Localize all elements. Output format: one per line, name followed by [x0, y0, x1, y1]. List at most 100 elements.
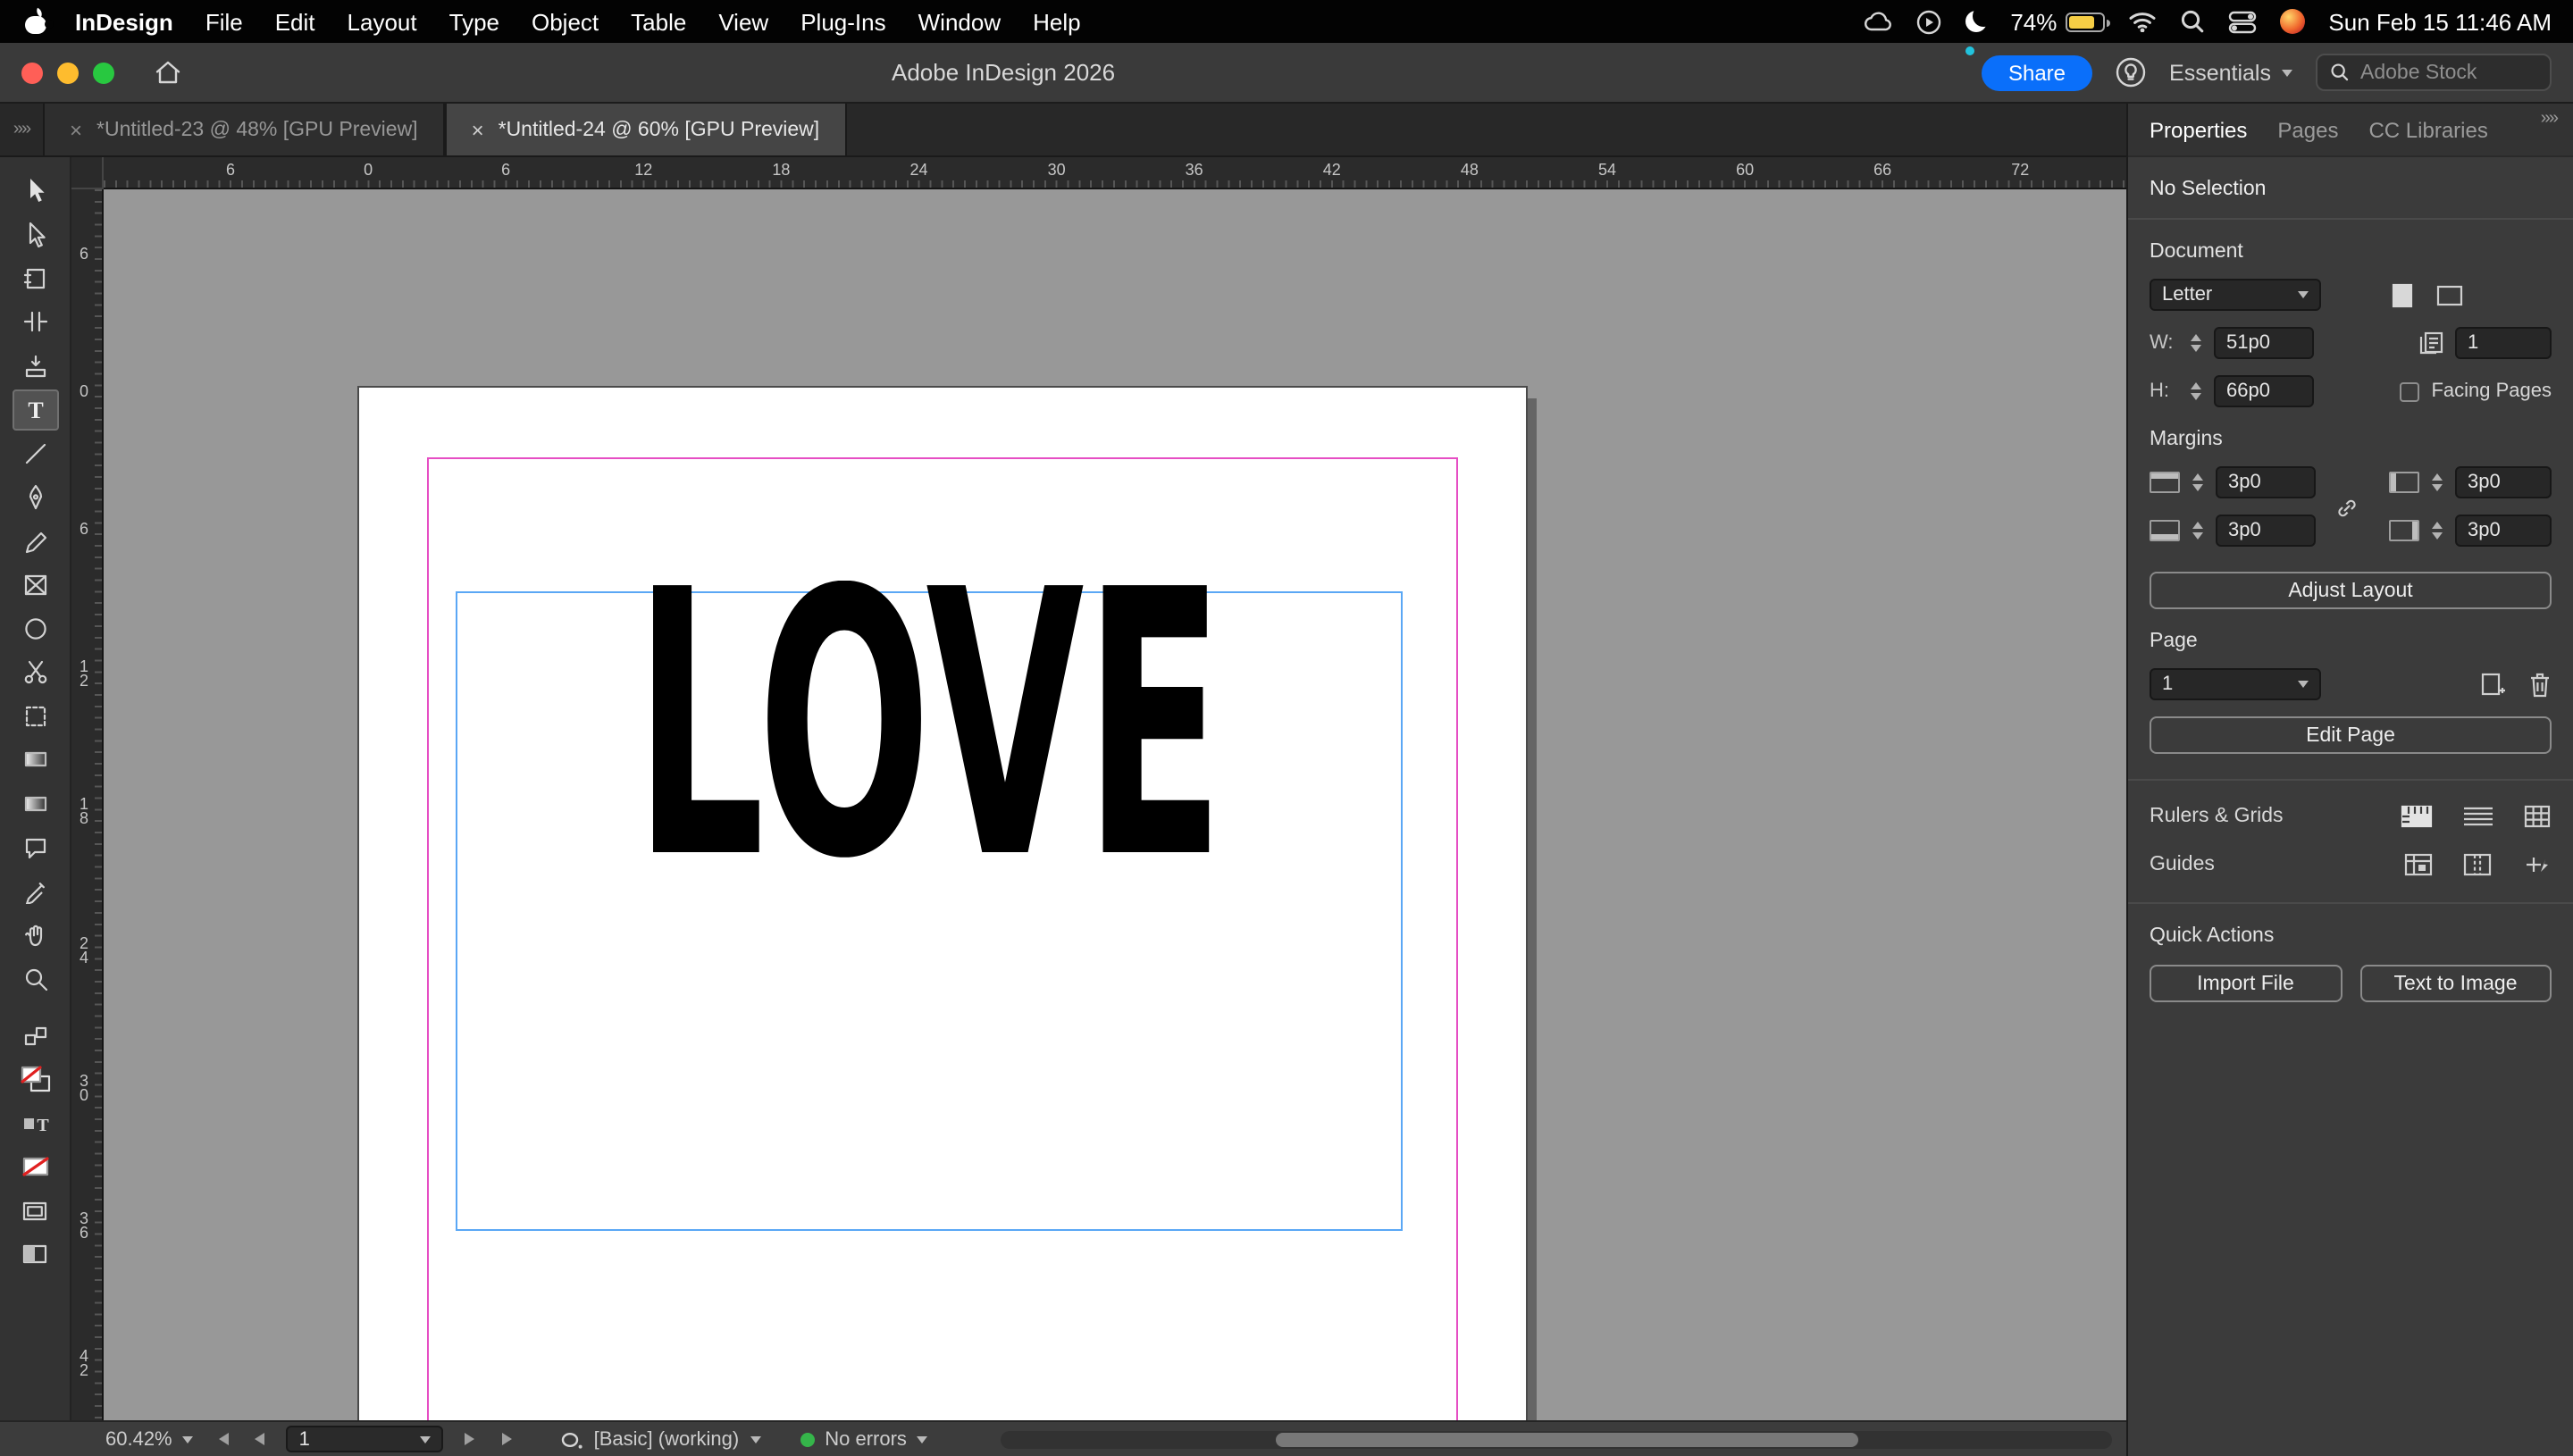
- gradient-feather-tool[interactable]: [12, 782, 58, 824]
- zoom-level-control[interactable]: 60.42%: [105, 1428, 194, 1450]
- menu-item[interactable]: Layout: [331, 8, 433, 35]
- delete-page-trash-icon[interactable]: [2528, 671, 2552, 698]
- smart-guides-icon[interactable]: [2521, 852, 2552, 877]
- menu-item[interactable]: Type: [433, 8, 515, 35]
- creative-cloud-icon[interactable]: [1864, 10, 1892, 33]
- baseline-grid-icon[interactable]: [2462, 804, 2494, 829]
- document-tab-untitled-23[interactable]: × *Untitled-23 @ 48% [GPU Preview]: [43, 104, 445, 155]
- show-rulers-icon[interactable]: [2400, 804, 2434, 829]
- apply-none-swatch[interactable]: [12, 1146, 58, 1187]
- horizontal-ruler[interactable]: 6061218243036424854606672: [104, 157, 2126, 189]
- previous-page-button[interactable]: [247, 1427, 272, 1452]
- ellipse-tool[interactable]: [12, 607, 58, 649]
- import-file-button[interactable]: Import File: [2150, 965, 2342, 1002]
- gradient-swatch-tool[interactable]: [12, 739, 58, 780]
- zoom-window-button[interactable]: [93, 62, 114, 83]
- document-grid-icon[interactable]: [2523, 804, 2552, 829]
- minimize-window-button[interactable]: [57, 62, 79, 83]
- discover-lightbulb-icon[interactable]: [2116, 57, 2146, 88]
- page-tool[interactable]: [12, 257, 58, 298]
- close-window-button[interactable]: [21, 62, 43, 83]
- screen-mode-icon[interactable]: [12, 1190, 58, 1231]
- top-margin-stepper[interactable]: [2189, 473, 2207, 492]
- height-stepper[interactable]: [2187, 382, 2205, 401]
- close-tab-icon[interactable]: ×: [472, 119, 484, 140]
- add-page-icon[interactable]: [2480, 671, 2507, 698]
- direct-selection-tool[interactable]: [12, 213, 58, 255]
- last-page-button[interactable]: [498, 1427, 523, 1452]
- page-number-field[interactable]: 1: [287, 1426, 444, 1452]
- panel-collapse-chevrons-icon[interactable]: »»: [2541, 109, 2557, 129]
- document-canvas[interactable]: LOVE: [104, 189, 2126, 1420]
- menu-item[interactable]: Window: [902, 8, 1018, 35]
- column-guides-icon[interactable]: [2462, 852, 2493, 877]
- top-margin-field[interactable]: 3p0: [2216, 466, 2316, 498]
- menu-item[interactable]: Help: [1017, 8, 1097, 35]
- control-center-icon[interactable]: [2228, 10, 2257, 33]
- pencil-tool[interactable]: [12, 520, 58, 561]
- apple-menu-icon[interactable]: [25, 8, 48, 35]
- free-transform-tool[interactable]: [12, 695, 58, 736]
- edit-page-button[interactable]: Edit Page: [2150, 716, 2552, 754]
- text-frame[interactable]: LOVE: [456, 591, 1403, 1231]
- zoom-tool[interactable]: [12, 958, 58, 999]
- menu-item[interactable]: Plug-Ins: [784, 8, 901, 35]
- swap-fill-stroke-icon[interactable]: [12, 1015, 58, 1056]
- menu-item[interactable]: Edit: [259, 8, 331, 35]
- pages-count-field[interactable]: 1: [2455, 327, 2552, 359]
- eyedropper-tool[interactable]: [12, 870, 58, 911]
- menu-item[interactable]: File: [189, 8, 259, 35]
- left-margin-field[interactable]: 3p0: [2455, 466, 2552, 498]
- rectangle-frame-tool[interactable]: [12, 564, 58, 605]
- menu-item[interactable]: Object: [515, 8, 615, 35]
- close-tab-icon[interactable]: ×: [70, 119, 82, 140]
- preview-mode-icon[interactable]: [12, 1234, 58, 1275]
- media-play-icon[interactable]: [1915, 8, 1942, 35]
- horizontal-scrollbar[interactable]: [1001, 1431, 2112, 1449]
- ruler-origin-box[interactable]: [71, 157, 104, 189]
- fill-stroke-swatches[interactable]: [12, 1059, 58, 1100]
- page-size-select[interactable]: Letter: [2150, 279, 2321, 311]
- vertical-ruler[interactable]: 6061 21 82 43 03 64 2: [71, 189, 104, 1420]
- width-stepper[interactable]: [2187, 334, 2205, 353]
- menu-bar-clock[interactable]: Sun Feb 15 11:46 AM: [2328, 8, 2552, 35]
- right-margin-stepper[interactable]: [2428, 522, 2446, 540]
- selection-tool[interactable]: [12, 170, 58, 211]
- bottom-margin-stepper[interactable]: [2189, 522, 2207, 540]
- right-margin-field[interactable]: 3p0: [2455, 515, 2552, 547]
- link-margins-icon[interactable]: [2335, 497, 2359, 525]
- adjust-layout-button[interactable]: Adjust Layout: [2150, 572, 2552, 609]
- tab-cc-libraries[interactable]: CC Libraries: [2368, 117, 2487, 142]
- pen-tool[interactable]: [12, 476, 58, 517]
- document-tab-untitled-24[interactable]: × *Untitled-24 @ 60% [GPU Preview]: [445, 104, 847, 155]
- left-margin-stepper[interactable]: [2428, 473, 2446, 492]
- workspace-switcher[interactable]: Essentials: [2169, 60, 2292, 85]
- tab-overflow-chevrons-icon[interactable]: »»: [0, 104, 43, 155]
- tab-pages[interactable]: Pages: [2277, 117, 2338, 142]
- gap-tool[interactable]: [12, 301, 58, 342]
- height-field[interactable]: 66p0: [2214, 375, 2314, 407]
- current-page-select[interactable]: 1: [2150, 668, 2321, 700]
- type-tool[interactable]: T: [12, 389, 58, 430]
- preflight-status[interactable]: No errors: [800, 1428, 928, 1450]
- content-collector-tool[interactable]: [12, 345, 58, 386]
- app-menu-indesign[interactable]: InDesign: [59, 8, 189, 35]
- spotlight-search-icon[interactable]: [2180, 9, 2205, 34]
- horizontal-scrollbar-thumb[interactable]: [1276, 1433, 1858, 1447]
- landscape-orientation-icon[interactable]: [2435, 283, 2464, 306]
- first-page-button[interactable]: [208, 1427, 233, 1452]
- focus-moon-icon[interactable]: [1965, 11, 1987, 32]
- tab-properties[interactable]: Properties: [2150, 117, 2247, 142]
- hand-tool[interactable]: [12, 914, 58, 955]
- wifi-icon[interactable]: [2128, 11, 2157, 32]
- next-page-button[interactable]: [458, 1427, 483, 1452]
- colorful-app-icon[interactable]: [2280, 9, 2305, 34]
- scissors-tool[interactable]: [12, 651, 58, 692]
- bottom-margin-field[interactable]: 3p0: [2216, 515, 2316, 547]
- menu-item[interactable]: Table: [615, 8, 702, 35]
- facing-pages-checkbox[interactable]: [2399, 381, 2418, 401]
- portrait-orientation-icon[interactable]: [2391, 281, 2414, 308]
- adobe-stock-search-input[interactable]: Adobe Stock: [2316, 54, 2552, 91]
- show-guides-icon[interactable]: [2403, 852, 2434, 877]
- text-to-image-button[interactable]: Text to Image: [2359, 965, 2552, 1002]
